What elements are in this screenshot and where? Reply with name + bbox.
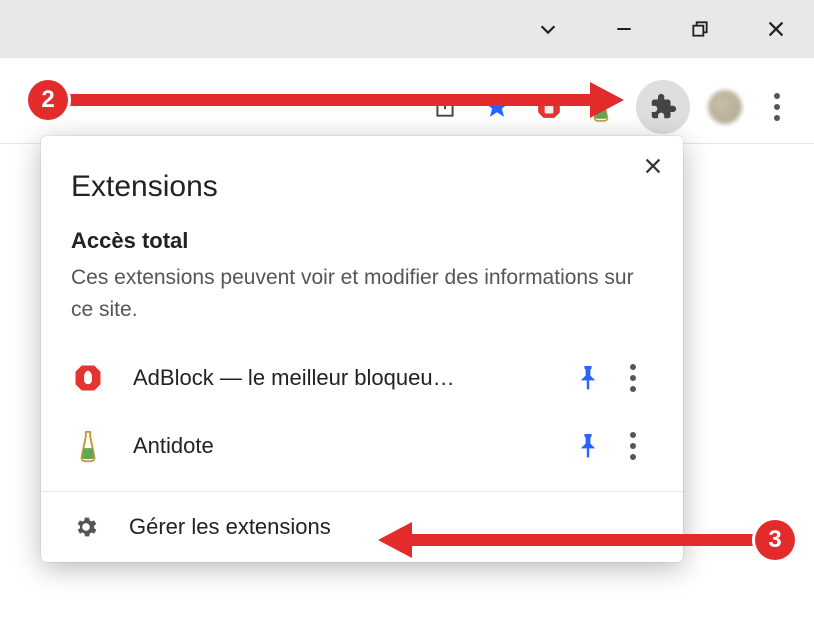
extension-row[interactable]: AdBlock — le meilleur bloqueu…: [49, 345, 675, 411]
pin-icon[interactable]: [563, 366, 613, 390]
extension-name: AdBlock — le meilleur bloqueu…: [105, 365, 563, 391]
extensions-button[interactable]: [636, 80, 690, 134]
extension-menu-button[interactable]: [613, 432, 653, 460]
gear-icon: [71, 514, 101, 540]
window-titlebar: [0, 0, 814, 58]
manage-extensions-label: Gérer les extensions: [101, 514, 331, 540]
close-popup-button[interactable]: [637, 150, 669, 182]
minimize-button[interactable]: [612, 17, 636, 41]
annotation-arrow-3: [410, 534, 760, 546]
profile-avatar[interactable]: [708, 90, 742, 124]
annotation-arrowhead-3: [378, 522, 412, 558]
restore-button[interactable]: [688, 17, 712, 41]
annotation-arrowhead-2: [590, 82, 624, 118]
annotation-arrow-2: [62, 94, 592, 106]
section-description: Ces extensions peuvent voir et modifier …: [71, 262, 653, 325]
annotation-badge-3: 3: [755, 520, 795, 560]
pin-icon[interactable]: [563, 434, 613, 458]
kebab-menu-icon[interactable]: [760, 90, 794, 124]
chevron-down-icon[interactable]: [536, 17, 560, 41]
popup-title: Extensions: [71, 170, 653, 204]
close-window-button[interactable]: [764, 17, 788, 41]
section-title: Accès total: [71, 228, 653, 254]
antidote-icon: [71, 429, 105, 463]
annotation-badge-2: 2: [28, 80, 68, 120]
manage-extensions-row[interactable]: Gérer les extensions: [41, 491, 683, 562]
extension-row[interactable]: Antidote: [49, 411, 675, 481]
extension-menu-button[interactable]: [613, 364, 653, 392]
adblock-icon: [71, 363, 105, 393]
extensions-popup: Extensions Accès total Ces extensions pe…: [41, 136, 683, 562]
extension-name: Antidote: [105, 433, 563, 459]
